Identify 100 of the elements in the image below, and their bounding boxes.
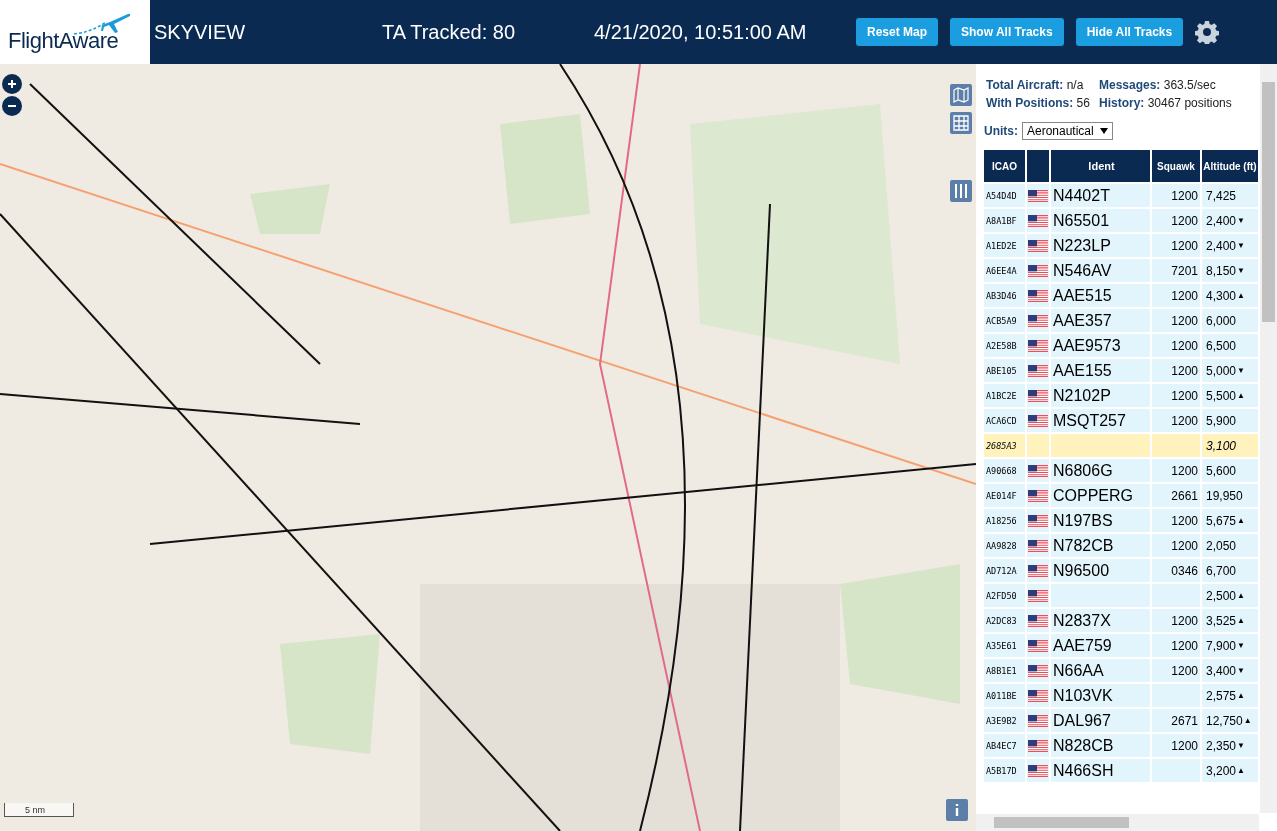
aircraft-row[interactable]: ACB5A9 AAE357 1200 6,000: [984, 309, 1259, 332]
table-cell: ACB5A9: [984, 309, 1025, 332]
grid-icon: [953, 115, 969, 131]
aircraft-row[interactable]: A011BE N103VK 2,575▲: [984, 684, 1259, 707]
trend-arrow: ▲: [1237, 291, 1245, 300]
map-layer-button[interactable]: [950, 84, 972, 106]
table-cell: AAE759: [1051, 634, 1150, 657]
table-cell: 1200: [1152, 334, 1200, 357]
table-cell: 0346: [1152, 559, 1200, 582]
trend-arrow: ▼: [1237, 241, 1245, 250]
table-cell: N782CB: [1051, 534, 1150, 557]
aircraft-row[interactable]: AB4EC7 N828CB 1200 2,350▼: [984, 734, 1259, 757]
table-cell: N96500: [1051, 559, 1150, 582]
table-cell: AB4EC7: [984, 734, 1025, 757]
columns-button[interactable]: [950, 180, 972, 202]
aircraft-row[interactable]: A5B17D N466SH 3,200▲: [984, 759, 1259, 782]
tracked-count: TA Tracked: 80: [382, 20, 517, 44]
column-header[interactable]: Altitude (ft): [1202, 150, 1258, 182]
table-cell: 1200: [1152, 184, 1200, 207]
column-header[interactable]: Squawk: [1152, 150, 1200, 182]
table-cell: 7201: [1152, 259, 1200, 282]
table-cell: 1200: [1152, 384, 1200, 407]
aircraft-row[interactable]: A1ED2E N223LP 1200 2,400▼: [984, 234, 1259, 257]
aircraft-row[interactable]: ABE105 AAE155 1200 5,000▼: [984, 359, 1259, 382]
aircraft-row[interactable]: 2685A3 3,100: [984, 434, 1259, 457]
table-cell: 2,575: [1206, 688, 1237, 703]
table-cell: N6806G: [1051, 459, 1150, 482]
aircraft-row[interactable]: A8B1E1 N66AA 1200 3,400▼: [984, 659, 1259, 682]
trend-arrow: ▼: [1237, 741, 1245, 750]
column-header[interactable]: ICAO: [984, 150, 1025, 182]
table-cell: A5B17D: [984, 759, 1025, 782]
trend-arrow: ▼: [1237, 666, 1245, 675]
table-cell: N466SH: [1051, 759, 1150, 782]
trend-arrow: ▼: [1237, 266, 1245, 275]
aircraft-row[interactable]: A2FD50 2,500▲: [984, 584, 1259, 607]
settings-icon[interactable]: [1195, 20, 1220, 44]
table-cell: A2E58B: [984, 334, 1025, 357]
trend-arrow: ▲: [1237, 591, 1245, 600]
aircraft-row[interactable]: A8A1BF N65501 1200 2,400▼: [984, 209, 1259, 232]
table-cell: 2661: [1152, 484, 1200, 507]
table-cell: AAE515: [1051, 284, 1150, 307]
table-cell: N223LP: [1051, 234, 1150, 257]
table-cell: 3,525: [1206, 613, 1237, 628]
aircraft-row[interactable]: A6EE4A N546AV 7201 8,150▼: [984, 259, 1259, 282]
table-cell: A2FD50: [984, 584, 1025, 607]
logo[interactable]: FlightAware: [0, 0, 150, 64]
table-cell: 4,300: [1206, 288, 1237, 303]
table-cell: 1200: [1152, 534, 1200, 557]
horizontal-scrollbar[interactable]: [976, 814, 1259, 831]
aircraft-row[interactable]: A35E61 AAE759 1200 7,900▼: [984, 634, 1259, 657]
table-cell: 2,500: [1206, 588, 1237, 603]
trend-arrow: ▲: [1237, 616, 1245, 625]
info-button[interactable]: [946, 799, 968, 821]
table-cell: AA9828: [984, 534, 1025, 557]
table-cell: 5,675: [1206, 513, 1237, 528]
table-cell: DAL967: [1051, 709, 1150, 732]
trend-arrow: ▲: [1243, 716, 1252, 725]
dropdown-caret-icon: [1099, 128, 1108, 134]
table-cell: A18256: [984, 509, 1025, 532]
trend-arrow: ▼: [1237, 641, 1245, 650]
aircraft-row[interactable]: A18256 N197BS 1200 5,675▲: [984, 509, 1259, 532]
table-cell: 1200: [1152, 609, 1200, 632]
table-cell: 12,750: [1206, 713, 1243, 728]
aircraft-row[interactable]: AE014F COPPERG 2661 19,950: [984, 484, 1259, 507]
table-cell: N197BS: [1051, 509, 1150, 532]
table-cell: A2DC83: [984, 609, 1025, 632]
table-cell: AAE155: [1051, 359, 1150, 382]
aircraft-row[interactable]: A90668 N6806G 1200 5,600: [984, 459, 1259, 482]
table-cell: 1200: [1152, 409, 1200, 432]
table-cell: A8B1E1: [984, 659, 1025, 682]
table-cell: 3,200: [1206, 763, 1237, 778]
table-cell: A1ED2E: [984, 234, 1025, 257]
grid-button[interactable]: [950, 112, 972, 134]
table-cell: 5,500: [1206, 388, 1237, 403]
aircraft-row[interactable]: A2E58B AAE9573 1200 6,500: [984, 334, 1259, 357]
aircraft-row[interactable]: AD712A N96500 0346 6,700: [984, 559, 1259, 582]
table-cell: 6,000: [1206, 313, 1237, 328]
table-cell: COPPERG: [1051, 484, 1150, 507]
table-cell: 3,100: [1206, 438, 1237, 453]
table-cell: 1200: [1152, 359, 1200, 382]
table-cell: 1200: [1152, 459, 1200, 482]
aircraft-row[interactable]: AB3D46 AAE515 1200 4,300▲: [984, 284, 1259, 307]
vertical-scrollbar[interactable]: [1260, 64, 1277, 813]
aircraft-row[interactable]: ACA6CD MSQT257 1200 5,900: [984, 409, 1259, 432]
table-cell: 5,000: [1206, 363, 1237, 378]
aircraft-row[interactable]: A1BC2E N2102P 1200 5,500▲: [984, 384, 1259, 407]
table-cell: N546AV: [1051, 259, 1150, 282]
table-cell: 7,900: [1206, 638, 1237, 653]
trend-arrow: ▼: [1237, 216, 1245, 225]
trend-arrow: ▲: [1237, 391, 1245, 400]
aircraft-row[interactable]: A2DC83 N2837X 1200 3,525▲: [984, 609, 1259, 632]
aircraft-row[interactable]: A54D4D N4402T 1200 7,425: [984, 184, 1259, 207]
column-header[interactable]: Ident: [1051, 150, 1150, 182]
table-cell: 2685A3: [984, 434, 1025, 457]
aircraft-row[interactable]: AA9828 N782CB 1200 2,050: [984, 534, 1259, 557]
table-cell: AAE357: [1051, 309, 1150, 332]
aircraft-row[interactable]: A3E9B2 DAL967 2671 12,750▲: [984, 709, 1259, 732]
units-select[interactable]: Aeronautical: [1022, 122, 1113, 140]
table-cell: 2671: [1152, 709, 1200, 732]
table-cell: 5,600: [1206, 463, 1237, 478]
